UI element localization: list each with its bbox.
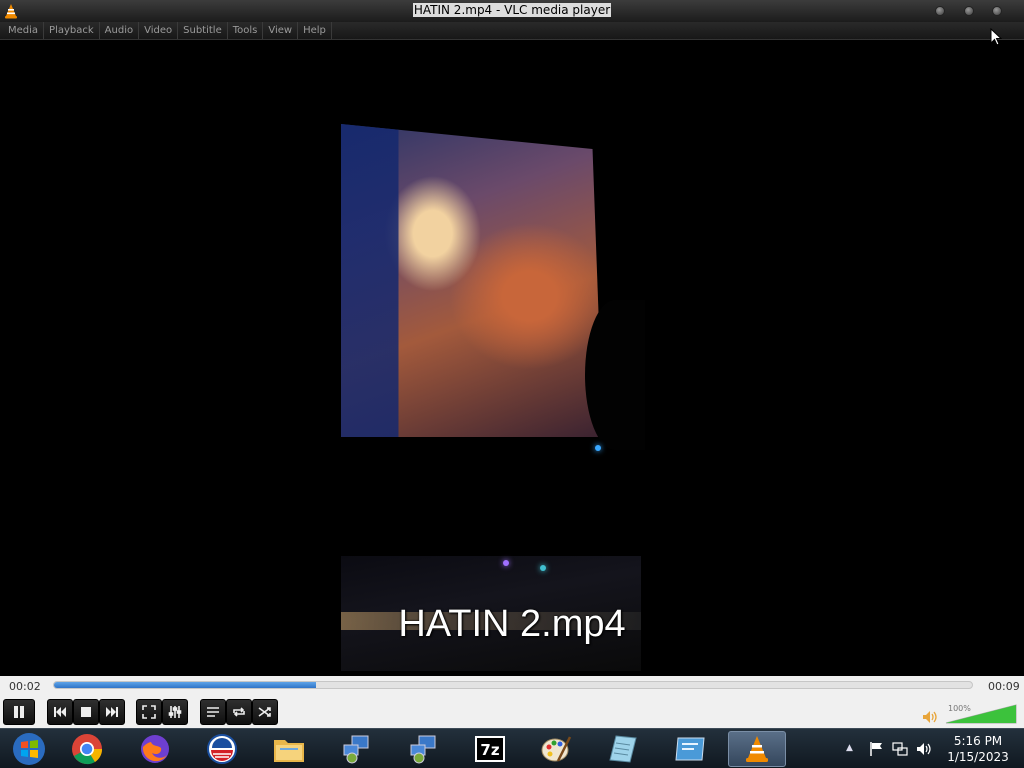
extended-settings-button[interactable]	[162, 699, 188, 725]
firefox-icon	[141, 735, 169, 763]
speaker-icon[interactable]	[922, 710, 938, 724]
video-led-blue	[595, 445, 601, 451]
minimize-button[interactable]	[935, 6, 945, 16]
menu-subtitle[interactable]: Subtitle	[178, 22, 228, 39]
7zip-icon: 7z	[475, 736, 505, 762]
start-button[interactable]	[0, 731, 58, 767]
show-hidden-icons-arrow[interactable]: ▲	[846, 743, 856, 753]
fullscreen-button[interactable]	[136, 699, 162, 725]
pause-button[interactable]	[3, 699, 35, 725]
taskbar-network-app[interactable]	[327, 731, 385, 767]
stop-button[interactable]	[73, 699, 99, 725]
title-bar[interactable]: HATIN 2.mp4 - VLC media player	[0, 0, 1024, 22]
taskbar-file-explorer[interactable]	[260, 731, 318, 767]
menu-view[interactable]: View	[263, 22, 299, 39]
elapsed-time: 00:02	[9, 680, 41, 693]
paint-icon	[541, 736, 572, 762]
fullscreen-icon	[142, 705, 156, 719]
seek-bar-fill	[54, 682, 316, 688]
playlist-icon	[207, 707, 219, 717]
network-app-icon	[343, 735, 369, 764]
video-led-purple	[503, 560, 509, 566]
menu-audio[interactable]: Audio	[100, 22, 140, 39]
video-frame-shadow	[585, 300, 645, 450]
shuffle-button[interactable]	[252, 699, 278, 725]
taskbar-obama-logo[interactable]	[193, 731, 251, 767]
clock-time: 5:16 PM	[953, 734, 1003, 748]
taskbar-notepad[interactable]	[594, 731, 652, 767]
taskbar-chrome[interactable]	[58, 731, 116, 767]
menu-video[interactable]: Video	[139, 22, 179, 39]
menu-media[interactable]: Media	[3, 22, 45, 39]
loop-button[interactable]	[226, 699, 252, 725]
video-title-overlay: HATIN 2.mp4	[398, 603, 626, 645]
taskbar-vlc[interactable]	[728, 731, 786, 767]
file-explorer-icon	[274, 740, 304, 762]
windows-start-icon	[13, 733, 45, 765]
shuffle-icon	[258, 707, 271, 717]
taskbar-window-app[interactable]	[661, 731, 719, 767]
control-bar: 100%	[0, 696, 1024, 728]
pause-icon	[14, 706, 24, 718]
system-clock[interactable]: 5:16 PM 1/15/2023	[940, 733, 1016, 765]
volume-slider[interactable]	[944, 703, 1018, 725]
clock-date: 1/15/2023	[947, 750, 1009, 764]
previous-icon	[54, 707, 66, 717]
video-frame-screen-image	[341, 124, 603, 437]
vlc-icon	[746, 736, 768, 762]
menu-tools[interactable]: Tools	[228, 22, 264, 39]
action-center-flag-icon[interactable]	[868, 741, 884, 757]
video-led-teal	[540, 565, 546, 571]
maximize-button[interactable]	[964, 6, 974, 16]
next-button[interactable]	[99, 699, 125, 725]
window-title-text: HATIN 2.mp4 - VLC media player	[412, 3, 612, 17]
loop-icon	[233, 707, 245, 717]
volume-icon[interactable]	[916, 741, 932, 757]
seek-row: 00:02 00:09	[0, 676, 1024, 696]
previous-button[interactable]	[47, 699, 73, 725]
taskbar-paint[interactable]	[527, 731, 585, 767]
taskbar: 7z ▲ 5:16 PM 1/15/2023	[0, 728, 1024, 768]
next-icon	[106, 707, 118, 717]
svg-text:7z: 7z	[480, 741, 499, 759]
extended-settings-icon	[168, 706, 182, 718]
menu-help[interactable]: Help	[298, 22, 332, 39]
taskbar-network-app-2[interactable]	[394, 731, 452, 767]
vlc-window: HATIN 2.mp4 - VLC media player Media Pla…	[0, 0, 1024, 768]
menu-bar: Media Playback Audio Video Subtitle Tool…	[0, 22, 1024, 40]
total-time: 00:09	[988, 680, 1020, 693]
obama-logo-icon	[207, 734, 237, 764]
window-title: HATIN 2.mp4 - VLC media player	[0, 3, 1024, 17]
mouse-cursor-icon	[990, 28, 1002, 46]
taskbar-firefox[interactable]	[126, 731, 184, 767]
window-app-icon	[675, 737, 705, 761]
taskbar-7zip[interactable]: 7z	[461, 731, 519, 767]
network-icon[interactable]	[892, 741, 908, 757]
close-button[interactable]	[992, 6, 1002, 16]
menu-playback[interactable]: Playback	[44, 22, 100, 39]
stop-icon	[81, 707, 91, 717]
chrome-icon	[72, 734, 103, 765]
notepad-icon	[609, 735, 637, 763]
seek-bar[interactable]	[53, 681, 973, 689]
network-app-2-icon	[410, 735, 436, 764]
playlist-button[interactable]	[200, 699, 226, 725]
